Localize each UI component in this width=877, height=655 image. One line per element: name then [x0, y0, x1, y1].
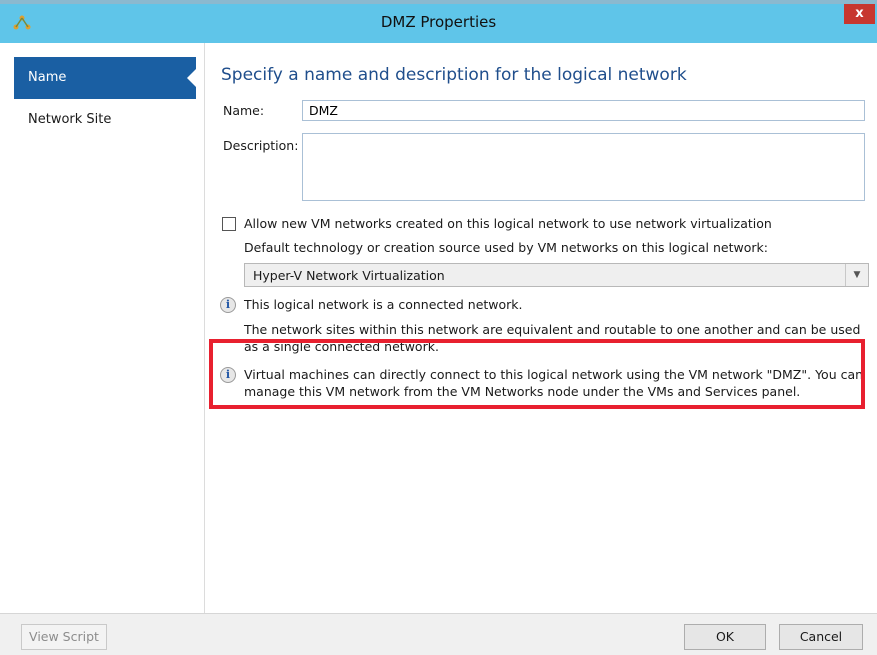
chevron-down-icon: ▼: [845, 264, 868, 286]
page-title: Specify a name and description for the l…: [221, 65, 687, 85]
default-technology-value: Hyper-V Network Virtualization: [253, 268, 445, 283]
ok-button[interactable]: OK: [684, 624, 766, 650]
sidebar-item-network-site[interactable]: Network Site: [14, 99, 196, 141]
cancel-button[interactable]: Cancel: [779, 624, 863, 650]
description-label: Description:: [223, 138, 299, 153]
sidebar-item-label: Network Site: [28, 112, 112, 127]
default-technology-label: Default technology or creation source us…: [244, 240, 768, 255]
sidebar: Name Network Site: [0, 43, 205, 613]
highlight-box: [209, 339, 865, 409]
info-icon: i: [220, 297, 236, 313]
title-bar: DMZ Properties x: [0, 0, 877, 43]
title-bar-top-strip: [0, 0, 877, 4]
connected-network-info: This logical network is a connected netw…: [244, 297, 523, 312]
window-title: DMZ Properties: [380, 13, 497, 31]
description-input[interactable]: [302, 133, 865, 201]
sidebar-item-label: Name: [28, 70, 67, 85]
default-technology-select[interactable]: Hyper-V Network Virtualization ▼: [244, 263, 869, 287]
sidebar-item-name[interactable]: Name: [14, 57, 197, 99]
close-icon: x: [855, 6, 864, 21]
network-virtualization-label: Allow new VM networks created on this lo…: [244, 216, 772, 231]
footer: View Script OK Cancel: [0, 613, 877, 655]
name-label: Name:: [223, 103, 265, 118]
view-script-button[interactable]: View Script: [21, 624, 107, 650]
name-input[interactable]: [302, 100, 865, 121]
main-content: Specify a name and description for the l…: [205, 43, 877, 613]
close-button[interactable]: x: [844, 4, 875, 24]
network-virtualization-checkbox[interactable]: [222, 217, 236, 231]
